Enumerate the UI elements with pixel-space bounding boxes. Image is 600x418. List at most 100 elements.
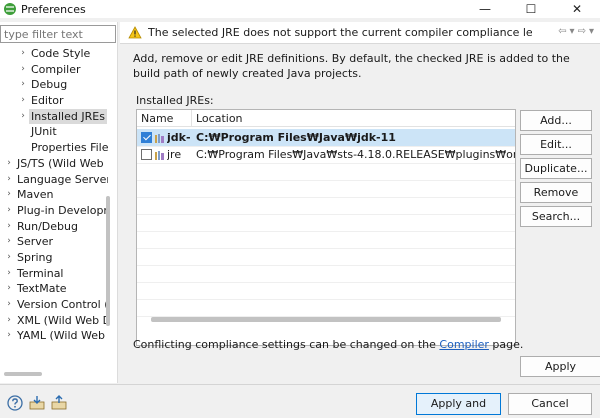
table-row[interactable]: jre C:₩Program Files₩Java₩sts-4.18.0.RELE… xyxy=(137,146,515,163)
tree-item-label: YAML (Wild Web Developer) xyxy=(17,329,108,343)
chevron-right-icon[interactable]: › xyxy=(18,109,28,125)
duplicate-button[interactable]: Duplicate... xyxy=(520,158,592,179)
tree-item[interactable]: › Debug xyxy=(0,77,108,93)
tree-item-label: Compiler xyxy=(31,62,81,76)
jre-library-icon xyxy=(154,132,165,143)
tree-item[interactable]: › Run/Debug xyxy=(0,219,108,235)
compiler-link[interactable]: Compiler xyxy=(439,338,489,351)
add-button[interactable]: Add... xyxy=(520,110,592,131)
apply-and-close-button[interactable]: Apply and Close xyxy=(416,393,501,418)
back-menu-icon[interactable]: ▾ xyxy=(570,26,575,37)
close-button[interactable]: ✕ xyxy=(554,0,600,18)
tree-item[interactable]: JUnit xyxy=(0,124,108,140)
import-icon[interactable] xyxy=(29,395,45,411)
export-icon[interactable] xyxy=(51,395,67,411)
jre-checkbox[interactable] xyxy=(141,149,152,160)
chevron-right-icon[interactable]: › xyxy=(4,313,14,329)
jre-checkbox[interactable] xyxy=(141,132,152,143)
chevron-right-icon[interactable]: › xyxy=(4,187,14,203)
table-row[interactable]: jdk-11 C:₩Program Files₩Java₩jdk-11 xyxy=(137,129,515,146)
tree-item[interactable]: › Server xyxy=(0,234,108,250)
tree-item[interactable]: › Editor xyxy=(0,93,108,109)
jre-name: jre xyxy=(167,148,182,161)
installed-jres-label: Installed JREs: xyxy=(136,94,214,107)
window-title: Preferences xyxy=(21,2,86,16)
jre-location: C:₩Program Files₩Java₩jdk-11 xyxy=(196,131,396,144)
compliance-note-prefix: Conflicting compliance settings can be c… xyxy=(133,338,440,351)
chevron-right-icon[interactable]: › xyxy=(4,203,14,219)
row-gridline xyxy=(137,146,515,147)
row-gridline xyxy=(137,282,515,283)
column-header-name[interactable]: Name xyxy=(137,110,192,127)
forward-arrow-icon[interactable]: ⇨ xyxy=(578,26,586,37)
tree-item[interactable]: Properties Files xyxy=(0,140,108,156)
chevron-right-icon[interactable]: › xyxy=(4,281,14,297)
search-button[interactable]: Search... xyxy=(520,206,592,227)
maximize-button[interactable]: ☐ xyxy=(508,0,554,18)
tree-item[interactable]: › Maven xyxy=(0,187,108,203)
remove-button[interactable]: Remove xyxy=(520,182,592,203)
help-icon[interactable] xyxy=(7,395,23,411)
filter-input[interactable] xyxy=(0,25,116,43)
tree-item[interactable]: › Spring xyxy=(0,250,108,266)
footer-separator xyxy=(0,384,600,385)
chevron-right-icon[interactable]: › xyxy=(18,46,28,62)
chevron-right-icon[interactable]: › xyxy=(4,172,14,188)
tree-item-label: Code Style xyxy=(31,47,91,60)
tree-item[interactable]: ›Version Control (Team) xyxy=(0,297,108,313)
tree-item[interactable]: › Language Servers xyxy=(0,172,108,188)
chevron-right-icon[interactable]: › xyxy=(18,62,28,78)
cancel-button[interactable]: Cancel xyxy=(508,393,592,415)
chevron-right-icon[interactable]: › xyxy=(18,77,28,93)
forward-menu-icon[interactable]: ▾ xyxy=(589,26,594,37)
chevron-right-icon[interactable]: › xyxy=(4,156,14,172)
back-arrow-icon[interactable]: ⇦ xyxy=(558,26,566,37)
tree-item-label: Plug-in Development xyxy=(17,203,108,217)
chevron-right-icon[interactable]: › xyxy=(4,297,14,313)
row-gridline xyxy=(137,265,515,266)
tree-item[interactable]: › Terminal xyxy=(0,266,108,282)
compliance-note: Conflicting compliance settings can be c… xyxy=(133,338,523,351)
tree-item[interactable]: › Code Style xyxy=(0,46,108,62)
tree-item-label: Editor xyxy=(31,94,64,108)
tree-item-label: Terminal xyxy=(17,266,64,280)
edit-button[interactable]: Edit... xyxy=(520,134,592,155)
chevron-right-icon[interactable]: › xyxy=(4,328,14,344)
tree-vertical-scrollbar[interactable] xyxy=(106,196,110,326)
apply-button[interactable]: Apply xyxy=(520,356,600,377)
chevron-right-icon[interactable]: › xyxy=(4,250,14,266)
tree-item[interactable]: ›Plug-in Development xyxy=(0,203,108,219)
row-gridline xyxy=(137,231,515,232)
tree-item-label: Server xyxy=(17,235,54,249)
jre-library-icon xyxy=(154,149,165,160)
chevron-right-icon[interactable]: › xyxy=(18,93,28,109)
row-gridline xyxy=(137,299,515,300)
window-controls: — ☐ ✕ xyxy=(462,0,600,18)
row-gridline xyxy=(137,180,515,181)
page-description: Add, remove or edit JRE definitions. By … xyxy=(133,52,570,80)
tree-item-label: Debug xyxy=(31,78,68,92)
jre-name: jdk-11 xyxy=(167,131,191,144)
chevron-right-icon[interactable]: › xyxy=(4,234,14,250)
tree-item[interactable]: ›JS/TS (Wild Web Developer) xyxy=(0,156,108,172)
tree-item[interactable]: › Compiler xyxy=(0,62,108,78)
installed-jres-page: The selected JRE does not support the cu… xyxy=(120,22,600,383)
tree-item-label: Spring xyxy=(17,250,53,264)
tree-item[interactable]: ›XML (Wild Web Developer) xyxy=(0,313,108,329)
footer-tools xyxy=(7,395,67,411)
tree-item-label: Properties Files xyxy=(31,141,108,155)
tree-item-label: Language Servers xyxy=(17,172,108,186)
tree-horizontal-scrollbar[interactable] xyxy=(4,372,42,376)
tree-item[interactable]: ›YAML (Wild Web Developer) xyxy=(0,328,108,344)
tree-item-label: Version Control (Team) xyxy=(17,298,108,311)
compliance-note-suffix: page. xyxy=(488,338,524,351)
minimize-button[interactable]: — xyxy=(462,0,508,18)
tree-item[interactable]: › Installed JREs xyxy=(0,108,108,125)
table-horizontal-scrollbar[interactable] xyxy=(151,317,501,322)
chevron-right-icon[interactable]: › xyxy=(4,266,14,282)
column-header-location[interactable]: Location xyxy=(192,110,515,127)
tree-item-label: Run/Debug xyxy=(17,219,78,233)
tree-item[interactable]: › TextMate xyxy=(0,281,108,297)
chevron-right-icon[interactable]: › xyxy=(4,219,14,235)
jre-table: Name Location jdk-11 C:₩Program Files₩Jav… xyxy=(136,109,516,346)
